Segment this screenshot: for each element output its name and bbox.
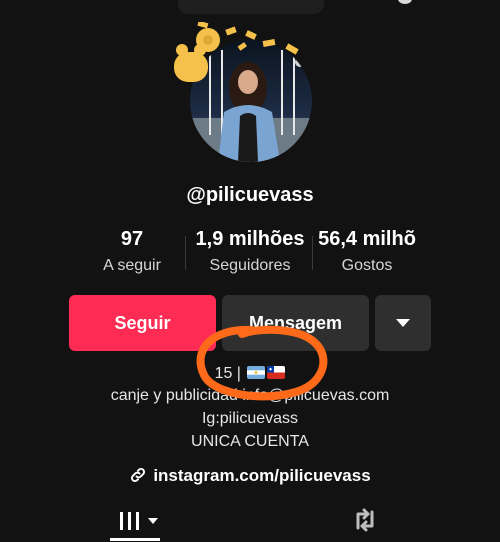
likes-label: Gostos — [341, 257, 393, 274]
tab-videos[interactable] — [110, 500, 166, 542]
link-icon — [131, 467, 146, 483]
profile-username: @pilicuevass — [186, 184, 314, 206]
stat-divider — [185, 236, 186, 270]
bio-line-instagram: Ig:pilicuevass — [201, 410, 299, 427]
profile-tabs — [0, 500, 500, 542]
follow-button[interactable]: Seguir — [69, 295, 216, 351]
profile-link[interactable]: instagram.com/pilicuevass — [0, 466, 500, 486]
flag-argentina-icon — [247, 366, 266, 379]
profile-link-text: instagram.com/pilicuevass — [153, 466, 371, 485]
chevron-down-icon — [148, 518, 158, 524]
stat-followers[interactable]: 1,9 milhões Seguidores — [190, 228, 310, 275]
bio-age-text: 15 | — [214, 365, 241, 382]
avatar-decoration — [174, 22, 299, 82]
more-options-button[interactable] — [375, 295, 431, 351]
bio-line-account: UNICA CUENTA — [191, 433, 309, 450]
bio-line-age: 15 | — [0, 365, 500, 383]
following-label: A seguir — [103, 257, 161, 274]
flag-chile-icon — [267, 366, 286, 379]
message-button[interactable]: Mensagem — [222, 295, 369, 351]
active-tab-indicator — [110, 538, 160, 541]
repost-icon[interactable] — [350, 506, 380, 534]
status-notch — [178, 0, 324, 14]
grid-icon — [120, 512, 139, 530]
profile-stats: 97 A seguir 1,9 milhões Seguidores 56,4 … — [0, 228, 500, 284]
follow-button-label: Seguir — [114, 312, 171, 333]
likes-count: 56,4 milhõ — [318, 228, 416, 250]
bio-line-contact: canje y publicidad info@pilicuevas.com — [110, 387, 390, 404]
following-count: 97 — [120, 228, 144, 250]
message-button-label: Mensagem — [248, 312, 343, 333]
stat-following[interactable]: 97 A seguir — [93, 228, 171, 275]
status-indicator — [398, 0, 412, 4]
followers-count: 1,9 milhões — [195, 228, 305, 250]
caret-down-icon — [396, 319, 410, 327]
followers-label: Seguidores — [209, 257, 291, 274]
stat-likes[interactable]: 56,4 milhõ Gostos — [312, 228, 422, 275]
